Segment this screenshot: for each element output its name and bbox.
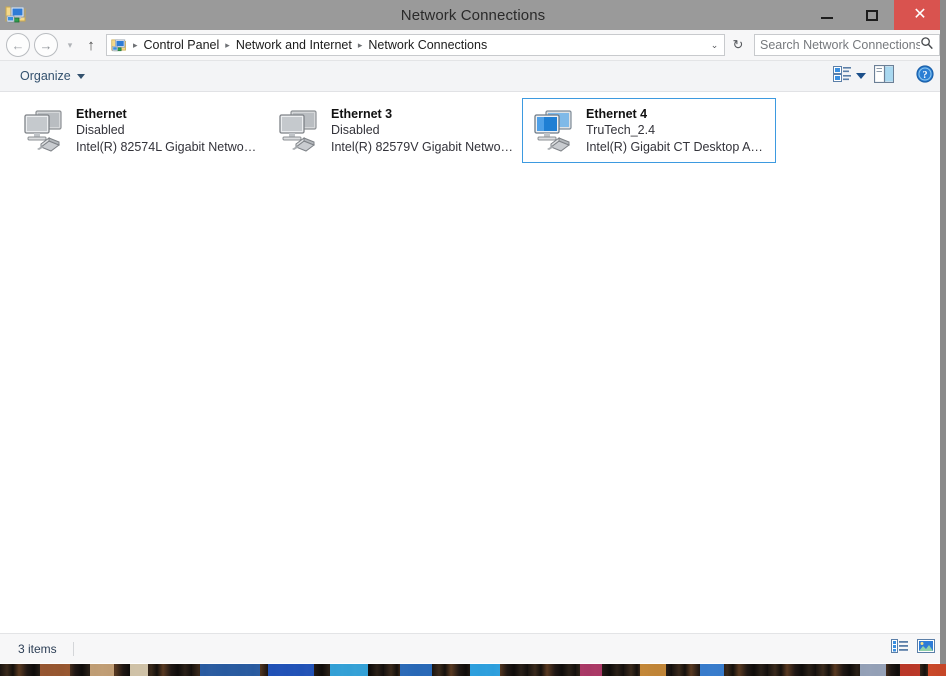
minimize-icon	[820, 17, 833, 19]
connection-status: Disabled	[76, 123, 125, 137]
connection-name: Ethernet	[76, 107, 127, 121]
close-icon: ✕	[913, 6, 927, 23]
up-button[interactable]: ↑	[80, 37, 102, 54]
list-item[interactable]: Ethernet 3 Disabled Intel(R) 82579V Giga…	[267, 98, 521, 163]
forward-button[interactable]: →	[34, 33, 58, 57]
chevron-down-icon	[856, 73, 866, 79]
explorer-window: Network Connections ✕ ← → ▾ ↑ ▸ Control …	[0, 0, 946, 664]
status-divider	[72, 641, 74, 656]
breadcrumb-separator[interactable]: ▸	[222, 40, 233, 51]
status-bar: 3 items	[0, 633, 946, 663]
address-bar-icon	[111, 37, 127, 53]
details-view-icon	[891, 639, 909, 658]
svg-text:?: ?	[923, 70, 928, 81]
search-input[interactable]	[760, 38, 920, 52]
connection-status: TruTech_2.4	[586, 123, 656, 137]
breadcrumb-separator[interactable]: ▸	[355, 40, 366, 51]
maximize-icon	[865, 9, 878, 21]
list-item-text: Ethernet Disabled Intel(R) 82574L Gigabi…	[76, 105, 259, 156]
list-item[interactable]: Ethernet 4 TruTech_2.4 Intel(R) Gigabit …	[522, 98, 776, 163]
content-area: Ethernet Disabled Intel(R) 82574L Gigabi…	[0, 92, 946, 633]
breadcrumb-network-connections[interactable]: Network Connections	[365, 38, 490, 52]
recent-locations-button[interactable]: ▾	[62, 40, 78, 51]
back-button[interactable]: ←	[6, 33, 30, 57]
breadcrumb-control-panel[interactable]: Control Panel	[141, 38, 223, 52]
connection-status: Disabled	[331, 123, 380, 137]
item-count-label: 3 items	[18, 641, 57, 656]
desktop-wallpaper-strip	[0, 664, 946, 676]
network-adapter-enabled-icon	[529, 105, 577, 153]
connection-device: Intel(R) 82574L Gigabit Network C...	[76, 140, 259, 154]
connection-device: Intel(R) 82579V Gigabit Network C...	[331, 140, 514, 154]
breadcrumb-network-and-internet[interactable]: Network and Internet	[233, 38, 355, 52]
details-view-button[interactable]	[888, 638, 912, 660]
window-right-edge	[940, 0, 946, 664]
change-view-button[interactable]	[829, 64, 870, 89]
network-connections-list: Ethernet Disabled Intel(R) 82574L Gigabi…	[0, 98, 946, 163]
large-icons-view-icon	[917, 639, 935, 658]
large-icons-view-button[interactable]	[914, 638, 938, 660]
close-button[interactable]: ✕	[894, 0, 946, 30]
preview-pane-button[interactable]	[870, 63, 898, 90]
preview-pane-icon	[873, 64, 895, 88]
connection-name: Ethernet 4	[586, 107, 648, 121]
address-history-chevron-down-icon[interactable]: ⌄	[707, 40, 722, 51]
network-adapter-disabled-icon	[19, 105, 67, 153]
title-bar: Network Connections ✕	[0, 0, 946, 30]
command-bar: Organize ?	[0, 61, 946, 92]
help-button[interactable]: ?	[912, 63, 938, 90]
address-bar[interactable]: ▸ Control Panel ▸ Network and Internet ▸…	[106, 34, 725, 56]
help-icon: ?	[916, 64, 934, 88]
list-item-text: Ethernet 3 Disabled Intel(R) 82579V Giga…	[331, 105, 514, 156]
window-controls: ✕	[804, 0, 946, 30]
connection-device: Intel(R) Gigabit CT Desktop Adapt...	[586, 140, 769, 154]
network-adapter-disabled-icon	[274, 105, 322, 153]
navigation-bar: ← → ▾ ↑ ▸ Control Panel ▸ Network and In…	[0, 30, 946, 61]
minimize-button[interactable]	[804, 0, 849, 30]
connection-name: Ethernet 3	[331, 107, 393, 121]
organize-label: Organize	[20, 69, 71, 83]
breadcrumb-separator[interactable]: ▸	[130, 40, 141, 51]
search-icon[interactable]	[920, 36, 934, 55]
organize-button[interactable]: Organize	[14, 66, 91, 86]
maximize-button[interactable]	[849, 0, 894, 30]
list-item[interactable]: Ethernet Disabled Intel(R) 82574L Gigabi…	[12, 98, 266, 163]
search-box[interactable]	[754, 34, 940, 56]
chevron-down-icon	[76, 73, 85, 79]
list-item-text: Ethernet 4 TruTech_2.4 Intel(R) Gigabit …	[586, 105, 769, 156]
network-connections-icon	[5, 3, 27, 25]
refresh-button[interactable]: ↻	[726, 34, 750, 56]
change-view-icon	[833, 65, 851, 87]
